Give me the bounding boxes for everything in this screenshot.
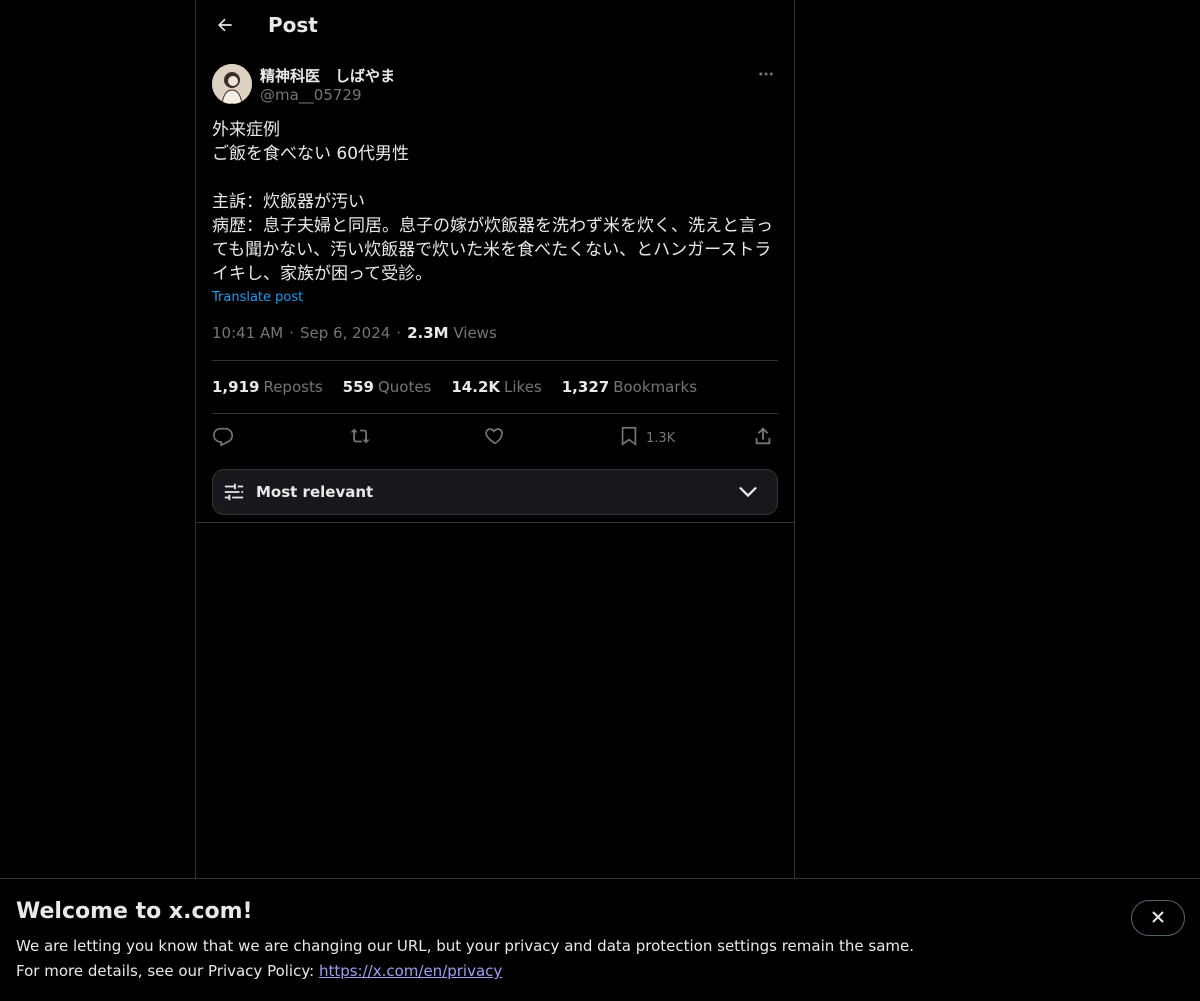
bookmarks-stat[interactable]: 1,327 Bookmarks bbox=[562, 378, 697, 396]
views-label: Views bbox=[453, 324, 497, 342]
views-count: 2.3M bbox=[407, 324, 449, 342]
post-header: Post bbox=[196, 0, 794, 54]
banner-privacy-line: For more details, see our Privacy Policy… bbox=[16, 962, 503, 980]
quotes-stat[interactable]: 559 Quotes bbox=[343, 378, 432, 396]
author-handle[interactable]: @ma__05729 bbox=[260, 86, 362, 104]
divider bbox=[196, 522, 794, 523]
more-options-button[interactable] bbox=[754, 64, 778, 88]
filter-sliders-icon bbox=[223, 481, 245, 507]
divider bbox=[212, 413, 778, 414]
privacy-policy-link[interactable]: https://x.com/en/privacy bbox=[319, 962, 502, 980]
bookmark-count: 1.3K bbox=[646, 430, 676, 446]
reply-icon bbox=[212, 425, 234, 451]
post-time[interactable]: 10:41 AM bbox=[212, 324, 283, 342]
post-meta: 10:41 AM · Sep 6, 2024 · 2.3M Views bbox=[212, 324, 497, 342]
post-column: Post 精神科医 しばやま @ma__05729 外来症例 ご飯を食べない 6… bbox=[195, 0, 795, 878]
close-banner-button[interactable] bbox=[1131, 900, 1185, 936]
post-stats: 1,919 Reposts 559 Quotes 14.2K Likes 1,327 B… bbox=[212, 378, 697, 396]
post-date[interactable]: Sep 6, 2024 bbox=[300, 324, 390, 342]
close-icon bbox=[1151, 909, 1165, 928]
chevron-down-icon bbox=[737, 483, 759, 505]
post-author: 精神科医 しばやま @ma__05729 bbox=[212, 64, 778, 108]
heart-icon bbox=[484, 425, 506, 451]
page-title: Post bbox=[268, 13, 318, 37]
url-change-banner: Welcome to x.com! We are letting you kno… bbox=[0, 878, 1200, 1001]
translate-post-link[interactable]: Translate post bbox=[212, 290, 303, 305]
post-actions: 1.3K bbox=[212, 424, 778, 452]
like-button[interactable] bbox=[484, 424, 506, 452]
reposts-stat[interactable]: 1,919 Reposts bbox=[212, 378, 323, 396]
arrow-left-icon bbox=[215, 15, 235, 39]
share-icon bbox=[752, 425, 774, 451]
repost-button[interactable] bbox=[350, 424, 372, 452]
share-button[interactable] bbox=[752, 424, 774, 452]
repost-icon bbox=[350, 425, 372, 451]
banner-message: We are letting you know that we are chan… bbox=[16, 937, 915, 955]
avatar[interactable] bbox=[212, 64, 252, 104]
author-display-name[interactable]: 精神科医 しばやま bbox=[260, 65, 395, 86]
bookmark-button[interactable]: 1.3K bbox=[618, 424, 675, 452]
bookmark-icon bbox=[618, 425, 640, 451]
reply-button[interactable] bbox=[212, 424, 234, 452]
more-horizontal-icon bbox=[757, 65, 775, 87]
post-text: 外来症例 ご飯を食べない 60代男性 主訴：炊飯器が汚い 病歴：息子夫婦と同居。… bbox=[212, 120, 773, 284]
sort-label: Most relevant bbox=[256, 483, 374, 501]
sort-replies-dropdown[interactable]: Most relevant bbox=[212, 469, 778, 515]
banner-title: Welcome to x.com! bbox=[16, 899, 253, 924]
back-button[interactable] bbox=[208, 10, 242, 44]
likes-stat[interactable]: 14.2K Likes bbox=[451, 378, 541, 396]
divider bbox=[212, 360, 778, 361]
